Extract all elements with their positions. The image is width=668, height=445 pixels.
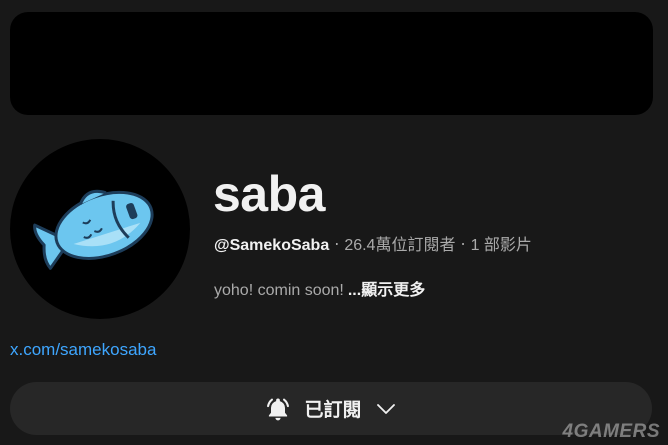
channel-name: saba: [213, 166, 325, 222]
subscribed-label: 已訂閱: [304, 400, 362, 421]
fish-avatar-icon: [33, 189, 154, 270]
channel-description[interactable]: yoho! comin soon! ...顯示更多: [214, 279, 425, 303]
subscribed-button[interactable]: 已訂閱: [10, 382, 652, 435]
channel-avatar[interactable]: [10, 139, 190, 319]
watermark-logo: 4GAMERS: [562, 421, 660, 442]
description-text: yoho! comin soon!: [214, 282, 344, 299]
bell-icon: [264, 395, 292, 423]
meta-separator: ‧: [334, 237, 340, 254]
channel-link[interactable]: x.com/samekosaba: [10, 339, 156, 361]
subscriber-count: 26.4萬位訂閱者: [344, 237, 456, 254]
video-count: 1 部影片: [470, 237, 532, 254]
show-more-button[interactable]: ...顯示更多: [348, 282, 425, 299]
meta-separator: ‧: [460, 237, 466, 254]
channel-handle[interactable]: @SamekoSaba: [214, 237, 329, 254]
channel-banner: [10, 12, 653, 115]
channel-meta: @SamekoSaba ‧ 26.4萬位訂閱者 ‧ 1 部影片: [214, 234, 532, 258]
chevron-down-icon: [374, 397, 398, 421]
